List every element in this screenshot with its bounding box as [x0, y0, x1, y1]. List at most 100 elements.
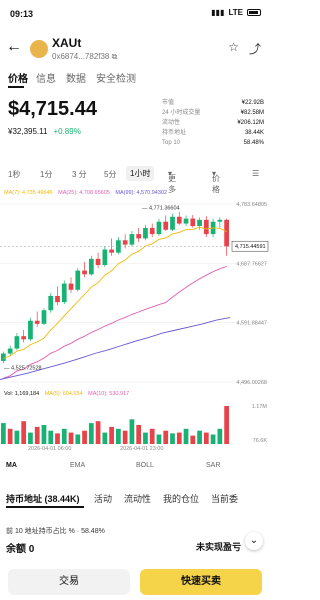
candle — [176, 216, 182, 224]
high-price-label: — 4,771.36604 — [142, 206, 180, 212]
volume-bar — [149, 428, 155, 444]
volume-bar — [14, 430, 20, 444]
ma7-line — [3, 226, 227, 359]
interval-selector: 1秒 1分 3 分 5分 1小时 更多 ▾ 价格 ▾ ☰ — [0, 165, 269, 194]
low-price-label: — 4,525.72528 — [4, 366, 42, 372]
stat-row: Top 10 58.48% — [162, 140, 264, 146]
candle — [156, 221, 162, 235]
subtab-activity[interactable]: 活动 — [94, 492, 112, 505]
candle — [102, 249, 108, 266]
volume-bar — [41, 425, 47, 444]
indicator-sar[interactable]: SAR — [206, 462, 220, 469]
volume-legend: Vol: 1,169,184 MA(5): 604,654 MA(10): 53… — [4, 391, 129, 397]
price-sub: ¥32,395.11 +0.89% — [8, 127, 81, 136]
candle — [149, 227, 155, 235]
trade-button[interactable]: 交易 — [8, 569, 130, 595]
tab-security[interactable]: 安全检测 — [96, 70, 136, 85]
back-arrow-icon[interactable]: ← — [6, 38, 22, 56]
subtab-liquidity[interactable]: 流动性 — [124, 492, 151, 505]
candle — [183, 218, 189, 224]
volume-bar — [122, 430, 128, 444]
interval-1h[interactable]: 1小时 — [126, 166, 155, 181]
copy-icon[interactable]: ⧉ — [112, 52, 118, 61]
y-tick-label: 4,496.00268 — [236, 380, 267, 386]
candle — [170, 216, 175, 230]
candle — [129, 234, 135, 245]
volume-bar — [136, 425, 142, 444]
price-mode-select[interactable]: 价格 ▾ — [212, 169, 220, 194]
volume-bar — [183, 428, 189, 444]
status-time: 09:13 — [10, 9, 34, 19]
candle — [224, 219, 229, 247]
candle — [75, 270, 81, 290]
quick-buy-button[interactable]: 快速买卖 — [140, 569, 262, 595]
price-chart[interactable]: 4,783.64805 4,687.76627 4,591.88447 4,496.0… — [0, 196, 269, 392]
star-icon[interactable]: ☆ — [228, 40, 239, 57]
stat-row: 流动性 ¥206.12M — [162, 120, 264, 126]
volume-bar — [203, 432, 209, 444]
interval-1s[interactable]: 1秒 — [8, 169, 20, 180]
time-label: 2026-04-01 23:00 — [120, 446, 164, 452]
volume-bar — [163, 430, 169, 444]
interval-3m[interactable]: 3 分 — [72, 169, 87, 180]
candle — [48, 295, 54, 311]
token-address[interactable]: 0x6874...782f38 ⧉ — [52, 52, 117, 62]
candle — [190, 218, 196, 227]
price-change: +0.89% — [53, 127, 81, 136]
candle — [82, 270, 87, 275]
interval-more[interactable]: 更多 ▾ — [168, 169, 176, 194]
indicator-ema[interactable]: EMA — [70, 462, 85, 469]
holder-share-line: 前 10 地址持币占比 % · 58.48% — [6, 528, 105, 535]
candle — [203, 219, 209, 235]
volume-bar — [210, 434, 216, 444]
current-price-label: 4,715.44591 — [235, 244, 266, 250]
balance: 余额 0 — [6, 544, 35, 555]
candle — [68, 283, 74, 290]
volume-bar — [95, 421, 101, 444]
y-tick-label: 4,783.64805 — [236, 202, 267, 208]
volume-bar — [88, 423, 94, 444]
y-tick-label: 4,687.76627 — [236, 261, 267, 267]
vol-label: Vol: 1,169,184 — [4, 391, 40, 397]
volume-min-label: 76.6K — [253, 438, 268, 444]
tab-data[interactable]: 数据 — [66, 70, 86, 85]
candle — [136, 234, 142, 239]
volume-bar — [61, 428, 67, 444]
scroll-down-icon[interactable]: ⌄ — [245, 532, 263, 550]
indicator-ma[interactable]: MA — [6, 462, 17, 469]
volume-bar — [197, 430, 202, 444]
candle — [21, 336, 27, 340]
volume-max-label: 1.17M — [252, 404, 268, 410]
subtab-holders[interactable]: 持币地址 (38.44K) — [6, 492, 80, 505]
volume-bar — [217, 428, 223, 444]
interval-1m[interactable]: 1分 — [40, 169, 52, 180]
volume-bar — [116, 428, 121, 444]
volume-bar — [143, 432, 148, 444]
candle — [61, 283, 67, 303]
settings-icon[interactable]: ☰ — [252, 169, 259, 178]
share-icon[interactable]: ⤴ — [249, 40, 261, 57]
volume-bar — [1, 423, 6, 444]
indicator-boll[interactable]: BOLL — [136, 462, 154, 469]
interval-5m[interactable]: 5分 — [104, 169, 116, 180]
tab-underline — [8, 86, 24, 88]
tab-price[interactable]: 价格 — [8, 70, 28, 85]
subtab-orders[interactable]: 当前委 — [211, 492, 238, 505]
volume-bar — [102, 432, 108, 444]
subtab-underline — [6, 506, 84, 508]
candle — [109, 249, 114, 253]
tab-info[interactable]: 信息 — [36, 70, 56, 85]
candle — [41, 310, 47, 324]
volume-bar — [156, 434, 162, 444]
candle — [163, 221, 169, 230]
volume-bar — [34, 426, 40, 444]
battery-icon — [247, 9, 261, 16]
candle — [1, 353, 6, 361]
status-bar: 09:13 ▮▮▮ LTE — [0, 0, 269, 28]
volume-bar — [129, 419, 135, 444]
main-tabs: 价格 信息 数据 安全检测 — [0, 70, 269, 88]
token-header: ← XAUt 0x6874...782f38 ⧉ ☆ ⤴ — [0, 30, 269, 66]
subtab-positions[interactable]: 我的仓位 — [163, 492, 199, 505]
candle — [34, 320, 40, 324]
status-icons: ▮▮▮ LTE — [211, 8, 261, 17]
